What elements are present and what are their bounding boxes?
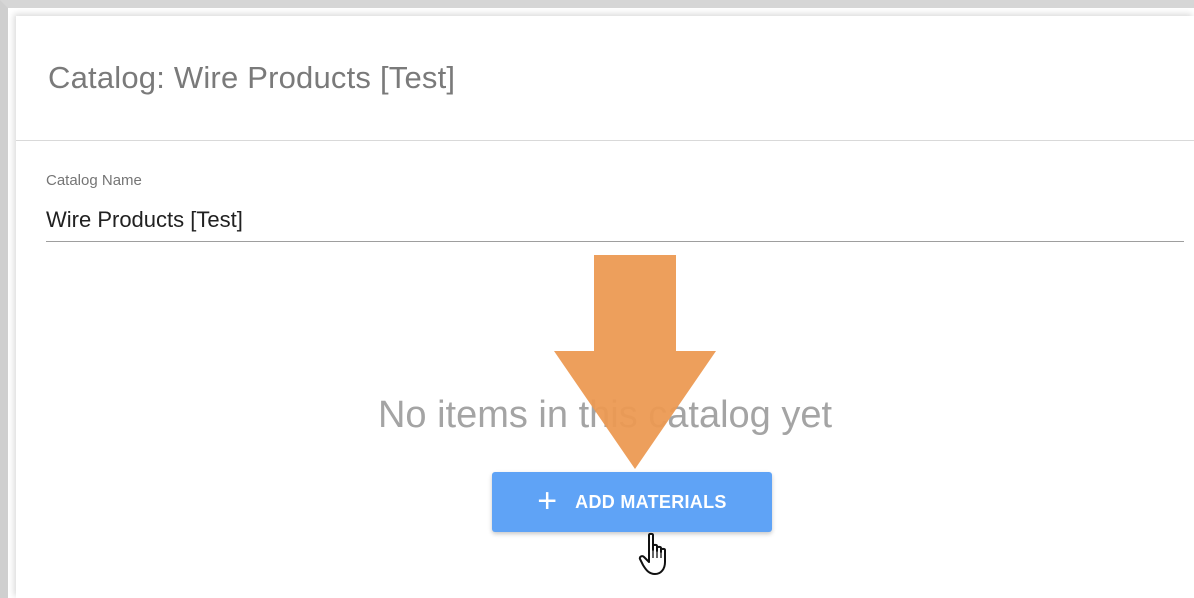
panel-header: Catalog: Wire Products [Test] — [16, 16, 1194, 141]
catalog-panel: Catalog: Wire Products [Test] Catalog Na… — [16, 16, 1194, 598]
window-frame: Catalog: Wire Products [Test] Catalog Na… — [0, 0, 1194, 598]
catalog-name-field[interactable]: Catalog Name Wire Products [Test] — [46, 172, 1184, 242]
empty-state-message: No items in this catalog yet — [377, 394, 833, 436]
add-materials-button[interactable]: + ADD MATERIALS — [492, 472, 772, 532]
plus-icon: + — [537, 482, 558, 520]
catalog-name-label: Catalog Name — [46, 172, 142, 189]
add-materials-label: ADD MATERIALS — [575, 491, 727, 512]
catalog-name-input[interactable]: Wire Products [Test] — [46, 207, 1184, 233]
hand-pointer-icon — [638, 532, 666, 575]
page-title: Catalog: Wire Products [Test] — [48, 60, 456, 95]
field-underline — [46, 241, 1184, 242]
